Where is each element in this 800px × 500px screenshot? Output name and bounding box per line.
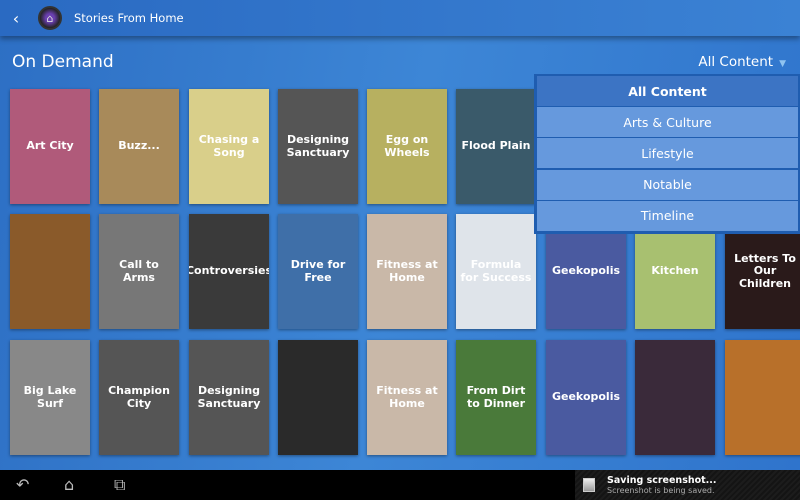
poster-tile[interactable] [278,340,358,455]
content-filter-spinner[interactable]: All Content ▼ [698,54,786,70]
poster-tile[interactable] [725,340,800,455]
nav-recents-icon[interactable]: ⧉ [114,475,125,495]
poster-tile[interactable]: Designing Sanctuary [189,340,269,455]
poster-tile[interactable]: Chasing a Song [189,89,269,204]
poster-tile[interactable]: Fitness at Home [367,214,447,329]
poster-tile[interactable]: Drive for Free [278,214,358,329]
filter-option-arts-culture[interactable]: Arts & Culture [537,107,798,138]
poster-tile[interactable]: Egg on Wheels [367,89,447,204]
app-screen: ‹ ⌂ Stories From Home On Demand All Cont… [0,0,800,470]
poster-tile[interactable]: Flood Plain [456,89,536,204]
filter-option-all-content[interactable]: All Content [537,76,798,106]
poster-tile[interactable]: Buzz... [99,89,179,204]
app-title: Stories From Home [74,11,184,25]
action-bar: ‹ ⌂ Stories From Home [0,0,800,36]
page-title: On Demand [12,52,114,72]
nav-back-icon[interactable]: ↶ [16,475,29,494]
filter-option-notable[interactable]: Notable [537,169,798,200]
system-nav-bar: ↶ ⌂ ⧉ Saving screenshot... Screenshot is… [0,470,800,500]
notification-title: Saving screenshot... [607,475,717,486]
filter-selected: All Content [698,54,774,70]
filter-option-lifestyle[interactable]: Lifestyle [537,138,798,169]
poster-tile[interactable]: Champion City [99,340,179,455]
filter-option-timeline[interactable]: Timeline [537,200,798,231]
poster-tile[interactable]: Call to Arms [99,214,179,329]
nav-home-icon[interactable]: ⌂ [64,475,74,494]
poster-tile[interactable]: Art City [10,89,90,204]
screenshot-notification[interactable]: Saving screenshot... Screenshot is being… [575,470,800,500]
poster-tile[interactable]: Geekopolis [546,340,626,455]
image-icon [583,478,595,492]
poster-tile[interactable]: Designing Sanctuary [278,89,358,204]
poster-tile[interactable] [10,214,90,329]
filter-dropdown: All Content Arts & Culture Lifestyle Not… [534,74,800,234]
dropdown-triangle-icon: ▼ [779,59,786,69]
notification-subtitle: Screenshot is being saved. [607,486,715,495]
poster-tile[interactable]: From Dirt to Dinner [456,340,536,455]
poster-tile[interactable]: Formula for Success [456,214,536,329]
house-logo-icon[interactable]: ⌂ [38,6,62,30]
poster-tile[interactable]: Fitness at Home [367,340,447,455]
poster-tile[interactable]: Big Lake Surf [10,340,90,455]
poster-tile[interactable] [635,340,715,455]
poster-tile[interactable]: Controversies [189,214,269,329]
back-chevron-icon[interactable]: ‹ [2,9,30,28]
